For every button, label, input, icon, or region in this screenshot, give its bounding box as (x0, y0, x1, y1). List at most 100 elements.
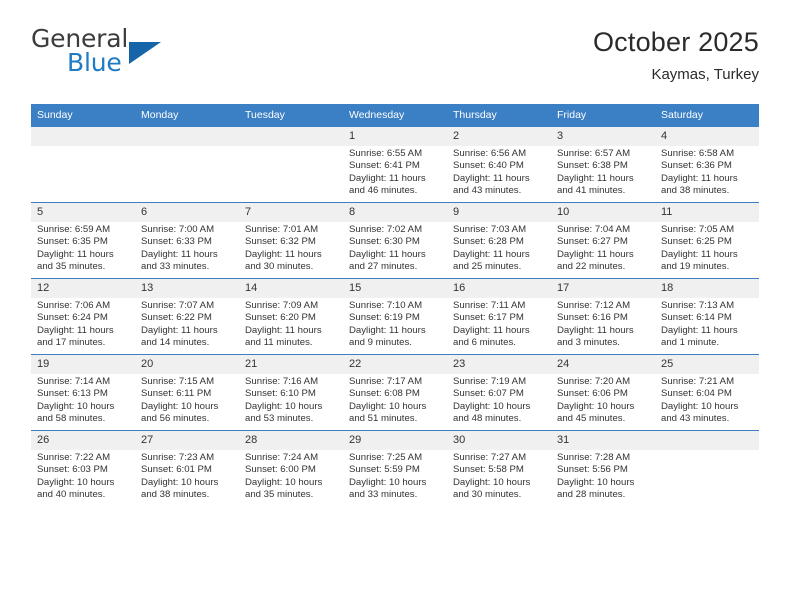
calendar-day-cell[interactable]: 2 Sunrise: 6:56 AM Sunset: 6:40 PM Daylight… (447, 126, 551, 203)
sunrise-text: Sunrise: 6:56 AM (453, 148, 527, 159)
day-number: 2 (447, 127, 551, 146)
page-header: General Blue October 2025 Kaymas, Turkey (31, 26, 759, 96)
sunrise-text: Sunrise: 7:20 AM (557, 376, 631, 387)
day-number: 26 (31, 431, 135, 450)
calendar-page: General Blue October 2025 Kaymas, Turkey… (0, 0, 792, 612)
calendar-day-cell[interactable]: 8 Sunrise: 7:02 AM Sunset: 6:30 PM Daylight… (343, 202, 447, 279)
calendar-day-cell[interactable]: 20 Sunrise: 7:15 AM Sunset: 6:11 PM Dayligh… (135, 354, 239, 431)
daylight-text-line2: and 19 minutes. (661, 260, 730, 272)
calendar-day-cell[interactable]: 3 Sunrise: 6:57 AM Sunset: 6:38 PM Daylight… (551, 126, 655, 203)
sunrise-text: Sunrise: 7:05 AM (661, 224, 735, 235)
daylight-text-line1: Daylight: 11 hours (37, 248, 114, 260)
calendar-day-cell[interactable]: 22 Sunrise: 7:17 AM Sunset: 6:08 PM Dayligh… (343, 354, 447, 431)
sunset-text: Sunset: 6:08 PM (349, 388, 420, 400)
day-details: Sunrise: 7:15 AM Sunset: 6:11 PM Daylight:… (135, 374, 239, 425)
calendar-day-cell[interactable]: 19 Sunrise: 7:14 AM Sunset: 6:13 PM Dayligh… (31, 354, 135, 431)
calendar-day-cell[interactable]: 30 Sunrise: 7:27 AM Sunset: 5:58 PM Dayligh… (447, 430, 551, 506)
sunset-text: Sunset: 6:35 PM (37, 236, 108, 248)
daylight-text-line1: Daylight: 11 hours (349, 248, 426, 260)
sunset-text: Sunset: 6:14 PM (661, 312, 732, 324)
calendar-day-cell[interactable]: 11 Sunrise: 7:05 AM Sunset: 6:25 PM Dayligh… (655, 202, 759, 279)
daylight-text-line2: and 58 minutes. (37, 412, 106, 424)
daylight-text-line2: and 33 minutes. (349, 488, 418, 500)
day-details: Sunrise: 7:25 AM Sunset: 5:59 PM Daylight:… (343, 450, 447, 501)
daylight-text-line1: Daylight: 11 hours (349, 324, 426, 336)
sunrise-text: Sunrise: 7:07 AM (141, 300, 215, 311)
calendar-day-cell[interactable]: 9 Sunrise: 7:03 AM Sunset: 6:28 PM Daylight… (447, 202, 551, 279)
daylight-text-line1: Daylight: 11 hours (349, 172, 426, 184)
day-number: 27 (135, 431, 239, 450)
calendar-day-cell[interactable]: 23 Sunrise: 7:19 AM Sunset: 6:07 PM Dayligh… (447, 354, 551, 431)
calendar-day-cell[interactable]: 18 Sunrise: 7:13 AM Sunset: 6:14 PM Dayligh… (655, 278, 759, 355)
daylight-text-line2: and 38 minutes. (661, 184, 730, 196)
calendar-day-cell[interactable]: 26 Sunrise: 7:22 AM Sunset: 6:03 PM Dayligh… (31, 430, 135, 506)
calendar-day-cell[interactable]: 4 Sunrise: 6:58 AM Sunset: 6:36 PM Daylight… (655, 126, 759, 203)
daylight-text-line1: Daylight: 11 hours (245, 324, 322, 336)
calendar-day-cell[interactable]: 29 Sunrise: 7:25 AM Sunset: 5:59 PM Dayligh… (343, 430, 447, 506)
calendar-day-cell[interactable]: 24 Sunrise: 7:20 AM Sunset: 6:06 PM Dayligh… (551, 354, 655, 431)
daylight-text-line1: Daylight: 10 hours (557, 476, 635, 488)
calendar-day-cell[interactable]: 17 Sunrise: 7:12 AM Sunset: 6:16 PM Dayligh… (551, 278, 655, 355)
day-details: Sunrise: 7:07 AM Sunset: 6:22 PM Daylight:… (135, 298, 239, 349)
daylight-text-line1: Daylight: 10 hours (453, 400, 531, 412)
calendar-day-cell[interactable]: 12 Sunrise: 7:06 AM Sunset: 6:24 PM Dayligh… (31, 278, 135, 355)
daylight-text-line2: and 22 minutes. (557, 260, 626, 272)
sunset-text: Sunset: 6:10 PM (245, 388, 316, 400)
weekday-header-monday: Monday (135, 104, 239, 127)
calendar-day-cell[interactable]: 21 Sunrise: 7:16 AM Sunset: 6:10 PM Dayligh… (239, 354, 343, 431)
daylight-text-line2: and 48 minutes. (453, 412, 522, 424)
daylight-text-line2: and 41 minutes. (557, 184, 626, 196)
calendar-day-cell[interactable]: 10 Sunrise: 7:04 AM Sunset: 6:27 PM Dayligh… (551, 202, 655, 279)
day-details: Sunrise: 7:17 AM Sunset: 6:08 PM Daylight:… (343, 374, 447, 425)
daylight-text-line1: Daylight: 11 hours (453, 172, 530, 184)
calendar-day-cell[interactable]: 15 Sunrise: 7:10 AM Sunset: 6:19 PM Dayligh… (343, 278, 447, 355)
calendar-day-cell[interactable]: 1 Sunrise: 6:55 AM Sunset: 6:41 PM Daylight… (343, 126, 447, 203)
calendar-day-cell[interactable]: 13 Sunrise: 7:07 AM Sunset: 6:22 PM Dayligh… (135, 278, 239, 355)
day-details: Sunrise: 7:02 AM Sunset: 6:30 PM Daylight:… (343, 222, 447, 273)
calendar-day-cell[interactable]: 31 Sunrise: 7:28 AM Sunset: 5:56 PM Dayligh… (551, 430, 655, 506)
page-title: October 2025 (592, 27, 759, 57)
day-number: 29 (343, 431, 447, 450)
calendar-week-row: 12 Sunrise: 7:06 AM Sunset: 6:24 PM Dayligh… (31, 278, 759, 355)
sunset-text: Sunset: 6:06 PM (557, 388, 628, 400)
daylight-text-line1: Daylight: 11 hours (453, 248, 530, 260)
day-details: Sunrise: 7:27 AM Sunset: 5:58 PM Daylight:… (447, 450, 551, 501)
daylight-text-line1: Daylight: 11 hours (661, 324, 738, 336)
daylight-text-line2: and 53 minutes. (245, 412, 314, 424)
calendar-day-cell[interactable]: 25 Sunrise: 7:21 AM Sunset: 6:04 PM Dayligh… (655, 354, 759, 431)
daylight-text-line2: and 43 minutes. (453, 184, 522, 196)
sunrise-text: Sunrise: 7:19 AM (453, 376, 527, 387)
sunset-text: Sunset: 6:01 PM (141, 464, 212, 476)
weekday-header-wednesday: Wednesday (343, 104, 447, 127)
sunrise-text: Sunrise: 7:11 AM (453, 300, 526, 311)
daylight-text-line2: and 17 minutes. (37, 336, 106, 348)
sunrise-text: Sunrise: 7:00 AM (141, 224, 215, 235)
day-details: Sunrise: 7:10 AM Sunset: 6:19 PM Daylight:… (343, 298, 447, 349)
day-number: 23 (447, 355, 551, 374)
daylight-text-line2: and 28 minutes. (557, 488, 626, 500)
calendar-day-cell[interactable]: 5 Sunrise: 6:59 AM Sunset: 6:35 PM Daylight… (31, 202, 135, 279)
sunrise-text: Sunrise: 7:16 AM (245, 376, 319, 387)
daylight-text-line2: and 27 minutes. (349, 260, 418, 272)
calendar-week-row: 26 Sunrise: 7:22 AM Sunset: 6:03 PM Dayligh… (31, 430, 759, 506)
day-number: 31 (551, 431, 655, 450)
calendar-table: Sunday Monday Tuesday Wednesday Thursday… (31, 104, 759, 506)
calendar-day-cell[interactable]: 6 Sunrise: 7:00 AM Sunset: 6:33 PM Daylight… (135, 202, 239, 279)
calendar-day-cell[interactable]: 7 Sunrise: 7:01 AM Sunset: 6:32 PM Daylight… (239, 202, 343, 279)
brand-logo[interactable]: General Blue (31, 26, 261, 88)
sunrise-text: Sunrise: 7:09 AM (245, 300, 319, 311)
day-number: 24 (551, 355, 655, 374)
sunrise-text: Sunrise: 7:28 AM (557, 452, 631, 463)
calendar-day-cell[interactable]: 28 Sunrise: 7:24 AM Sunset: 6:00 PM Dayligh… (239, 430, 343, 506)
sunset-text: Sunset: 6:40 PM (453, 160, 524, 172)
calendar-day-cell[interactable]: 16 Sunrise: 7:11 AM Sunset: 6:17 PM Dayligh… (447, 278, 551, 355)
day-details: Sunrise: 7:05 AM Sunset: 6:25 PM Daylight:… (655, 222, 759, 273)
sunrise-text: Sunrise: 6:59 AM (37, 224, 111, 235)
daylight-text-line2: and 9 minutes. (349, 336, 412, 348)
sunrise-text: Sunrise: 7:06 AM (37, 300, 111, 311)
sunset-text: Sunset: 6:30 PM (349, 236, 420, 248)
calendar-day-cell[interactable]: 14 Sunrise: 7:09 AM Sunset: 6:20 PM Dayligh… (239, 278, 343, 355)
sunrise-text: Sunrise: 7:23 AM (141, 452, 215, 463)
calendar-day-cell[interactable]: 27 Sunrise: 7:23 AM Sunset: 6:01 PM Dayligh… (135, 430, 239, 506)
weekday-header-saturday: Saturday (655, 104, 759, 127)
